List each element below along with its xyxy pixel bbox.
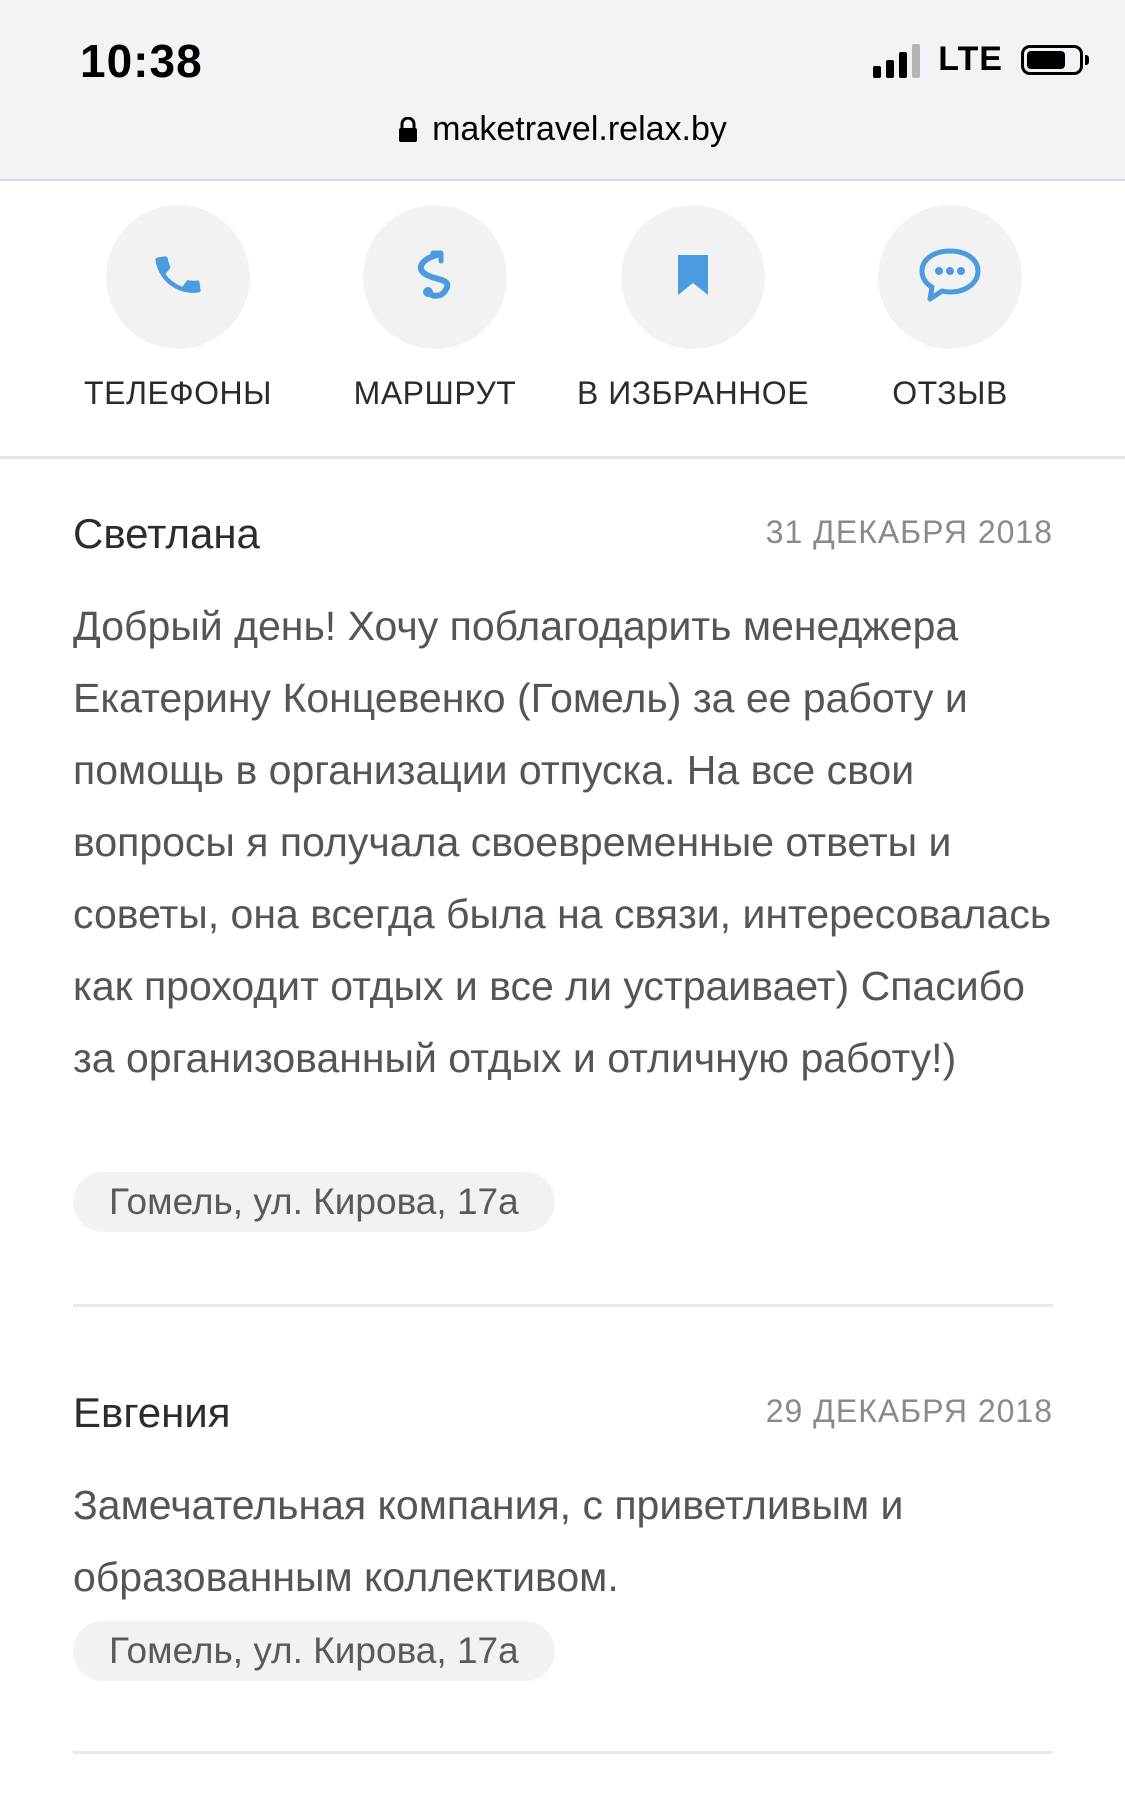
status-indicators: LTE xyxy=(873,40,1089,79)
review-author: Евгения xyxy=(73,1389,231,1436)
write-review-button[interactable]: ОТЗЫВ xyxy=(820,205,1080,412)
review-author: Светлана xyxy=(73,510,260,557)
review-button-circle[interactable] xyxy=(878,205,1022,349)
bookmark-icon xyxy=(676,253,710,302)
route-icon xyxy=(405,245,465,310)
signal-bars-icon xyxy=(873,42,921,78)
browser-chrome: 10:38 LTE maketravel.relax.by xyxy=(0,0,1125,181)
review-address-chip[interactable]: Гомель, ул. Кирова, 17а xyxy=(73,1621,555,1681)
route-button-label: МАРШРУТ xyxy=(353,375,517,411)
review-text: Замечательная компания, с приветливым и … xyxy=(73,1482,904,1600)
review-divider xyxy=(73,1304,1053,1307)
network-type: LTE xyxy=(938,40,1003,78)
url-text[interactable]: maketravel.relax.by xyxy=(432,110,727,149)
favorites-button-circle[interactable] xyxy=(621,205,765,349)
phone-icon xyxy=(151,248,205,307)
add-to-favorites-button[interactable]: В ИЗБРАННОЕ xyxy=(563,205,823,412)
action-bar: ТЕЛЕФОНЫ МАРШРУТ В ИЗБРАННОЕ ОТЗЫВ xyxy=(0,181,1125,459)
address-bar[interactable]: maketravel.relax.by xyxy=(0,110,1125,149)
review-button-label: ОТЗЫВ xyxy=(892,375,1008,411)
favorites-button-label: В ИЗБРАННОЕ xyxy=(576,375,810,411)
review-text: Добрый день! Хочу поблагодарить менеджер… xyxy=(73,603,1052,1081)
battery-icon xyxy=(1021,44,1089,75)
route-button[interactable]: МАРШРУТ xyxy=(305,205,565,412)
status-time: 10:38 xyxy=(80,35,203,87)
chat-bubble-icon xyxy=(918,247,982,308)
review-divider xyxy=(73,1751,1053,1754)
review-address-chip[interactable]: Гомель, ул. Кирова, 17а xyxy=(73,1172,555,1232)
phones-button-circle[interactable] xyxy=(106,205,250,349)
phones-button-label: ТЕЛЕФОНЫ xyxy=(84,375,272,411)
review-date: 31 ДЕКАБРЯ 2018 xyxy=(765,514,1053,550)
phones-button[interactable]: ТЕЛЕФОНЫ xyxy=(48,205,308,412)
review-date: 29 ДЕКАБРЯ 2018 xyxy=(765,1393,1053,1429)
lock-icon xyxy=(398,116,418,143)
route-button-circle[interactable] xyxy=(363,205,507,349)
